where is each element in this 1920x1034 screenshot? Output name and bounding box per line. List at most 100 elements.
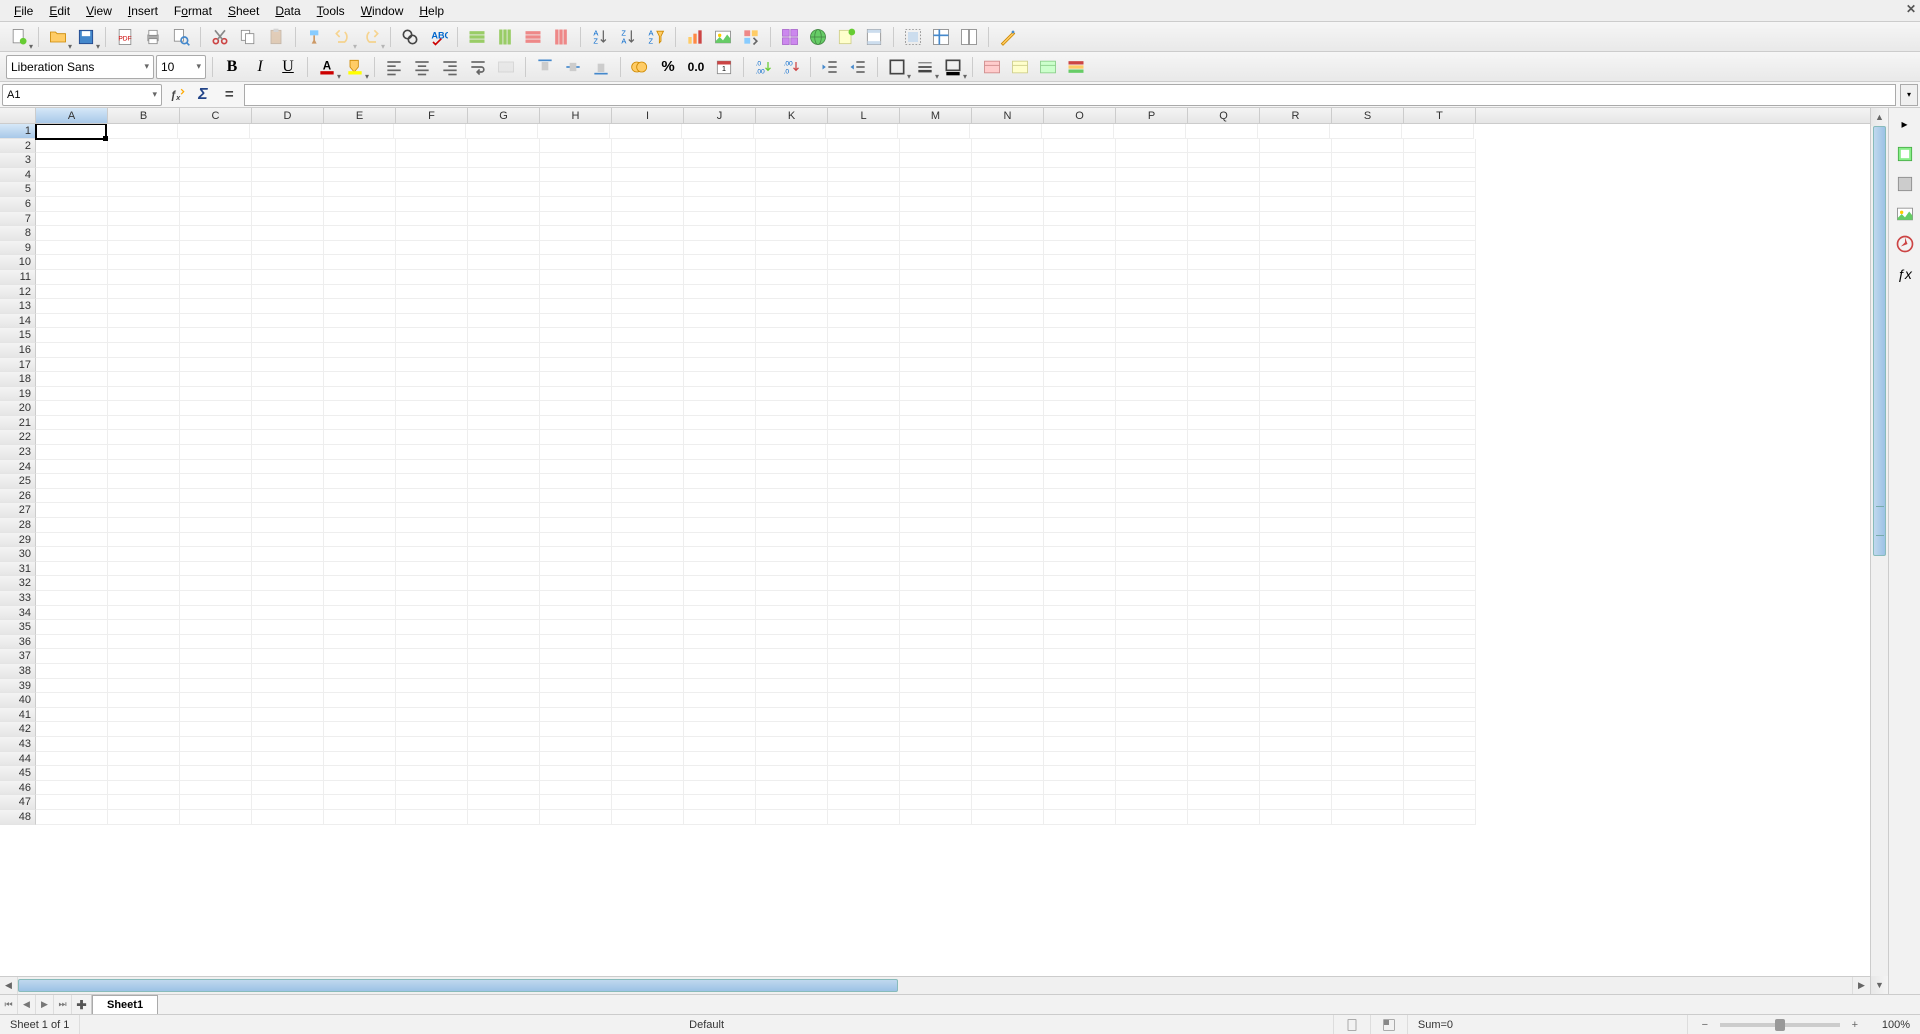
cell[interactable]: [1404, 416, 1476, 431]
column-header-G[interactable]: G: [468, 108, 540, 123]
name-box[interactable]: A1: [2, 84, 162, 106]
cell[interactable]: [1332, 182, 1404, 197]
cell[interactable]: [612, 212, 684, 227]
cell[interactable]: [1044, 489, 1116, 504]
cell[interactable]: [1404, 474, 1476, 489]
border-style-button[interactable]: [912, 54, 938, 80]
cell[interactable]: [324, 197, 396, 212]
cell[interactable]: [396, 518, 468, 533]
cell[interactable]: [1044, 197, 1116, 212]
row-header[interactable]: 12: [0, 285, 36, 300]
cell[interactable]: [684, 503, 756, 518]
cell[interactable]: [252, 781, 324, 796]
column-header-C[interactable]: C: [180, 108, 252, 123]
cell[interactable]: [36, 430, 108, 445]
cell[interactable]: [972, 503, 1044, 518]
cell[interactable]: [180, 314, 252, 329]
cell[interactable]: [1116, 358, 1188, 373]
export-pdf-button[interactable]: PDF: [112, 24, 138, 50]
cell[interactable]: [394, 124, 466, 139]
cell[interactable]: [756, 518, 828, 533]
column-header-B[interactable]: B: [108, 108, 180, 123]
cell[interactable]: [540, 766, 612, 781]
cell[interactable]: [108, 328, 180, 343]
cell[interactable]: [828, 328, 900, 343]
increase-indent-button[interactable]: [817, 54, 843, 80]
cell[interactable]: [324, 241, 396, 256]
cell[interactable]: [828, 358, 900, 373]
column-header-F[interactable]: F: [396, 108, 468, 123]
cell[interactable]: [36, 576, 108, 591]
cell[interactable]: [756, 401, 828, 416]
row-header[interactable]: 32: [0, 576, 36, 591]
cell[interactable]: [180, 226, 252, 241]
row-header[interactable]: 7: [0, 212, 36, 227]
cell[interactable]: [324, 781, 396, 796]
cell[interactable]: [1260, 810, 1332, 825]
cell[interactable]: [468, 226, 540, 241]
cell[interactable]: [1188, 153, 1260, 168]
cell[interactable]: [900, 255, 972, 270]
cell[interactable]: [252, 372, 324, 387]
cell[interactable]: [324, 387, 396, 402]
cell[interactable]: [756, 197, 828, 212]
row-header[interactable]: 28: [0, 518, 36, 533]
vertical-scrollbar[interactable]: ▲ ▼: [1870, 108, 1888, 994]
cell[interactable]: [1402, 124, 1474, 139]
cell[interactable]: [612, 810, 684, 825]
cell[interactable]: [106, 124, 178, 139]
add-decimal-button[interactable]: .0.00: [750, 54, 776, 80]
cell[interactable]: [972, 547, 1044, 562]
cell[interactable]: [540, 430, 612, 445]
cell[interactable]: [468, 708, 540, 723]
cell[interactable]: [108, 416, 180, 431]
cell[interactable]: [108, 255, 180, 270]
cell[interactable]: [684, 489, 756, 504]
cell[interactable]: [180, 708, 252, 723]
cell[interactable]: [900, 197, 972, 212]
cell[interactable]: [1188, 533, 1260, 548]
insert-row-button[interactable]: [464, 24, 490, 50]
row-header[interactable]: 39: [0, 679, 36, 694]
row-header[interactable]: 37: [0, 649, 36, 664]
cell[interactable]: [684, 197, 756, 212]
cell[interactable]: [684, 474, 756, 489]
cell[interactable]: [108, 139, 180, 154]
cell[interactable]: [900, 445, 972, 460]
column-header-D[interactable]: D: [252, 108, 324, 123]
row-header[interactable]: 15: [0, 328, 36, 343]
column-header-S[interactable]: S: [1332, 108, 1404, 123]
cell[interactable]: [756, 445, 828, 460]
cell[interactable]: [900, 693, 972, 708]
cell[interactable]: [612, 460, 684, 475]
cell[interactable]: [1116, 285, 1188, 300]
cell[interactable]: [612, 781, 684, 796]
cell[interactable]: [108, 343, 180, 358]
cell[interactable]: [684, 270, 756, 285]
cell[interactable]: [612, 416, 684, 431]
cell[interactable]: [108, 722, 180, 737]
cell[interactable]: [1260, 372, 1332, 387]
align-middle-button[interactable]: [560, 54, 586, 80]
cell[interactable]: [180, 810, 252, 825]
cell[interactable]: [1044, 547, 1116, 562]
cell[interactable]: [324, 503, 396, 518]
cell[interactable]: [828, 460, 900, 475]
cell[interactable]: [180, 664, 252, 679]
cell[interactable]: [828, 197, 900, 212]
cell[interactable]: [108, 489, 180, 504]
cell[interactable]: [540, 299, 612, 314]
cell[interactable]: [250, 124, 322, 139]
cell[interactable]: [180, 139, 252, 154]
cell[interactable]: [324, 693, 396, 708]
cell[interactable]: [1044, 533, 1116, 548]
cell[interactable]: [612, 139, 684, 154]
cell[interactable]: [36, 387, 108, 402]
cell[interactable]: [1260, 781, 1332, 796]
cell[interactable]: [468, 255, 540, 270]
cell[interactable]: [252, 503, 324, 518]
cell[interactable]: [612, 343, 684, 358]
cell[interactable]: [1188, 197, 1260, 212]
cell[interactable]: [1260, 737, 1332, 752]
cell[interactable]: [540, 168, 612, 183]
